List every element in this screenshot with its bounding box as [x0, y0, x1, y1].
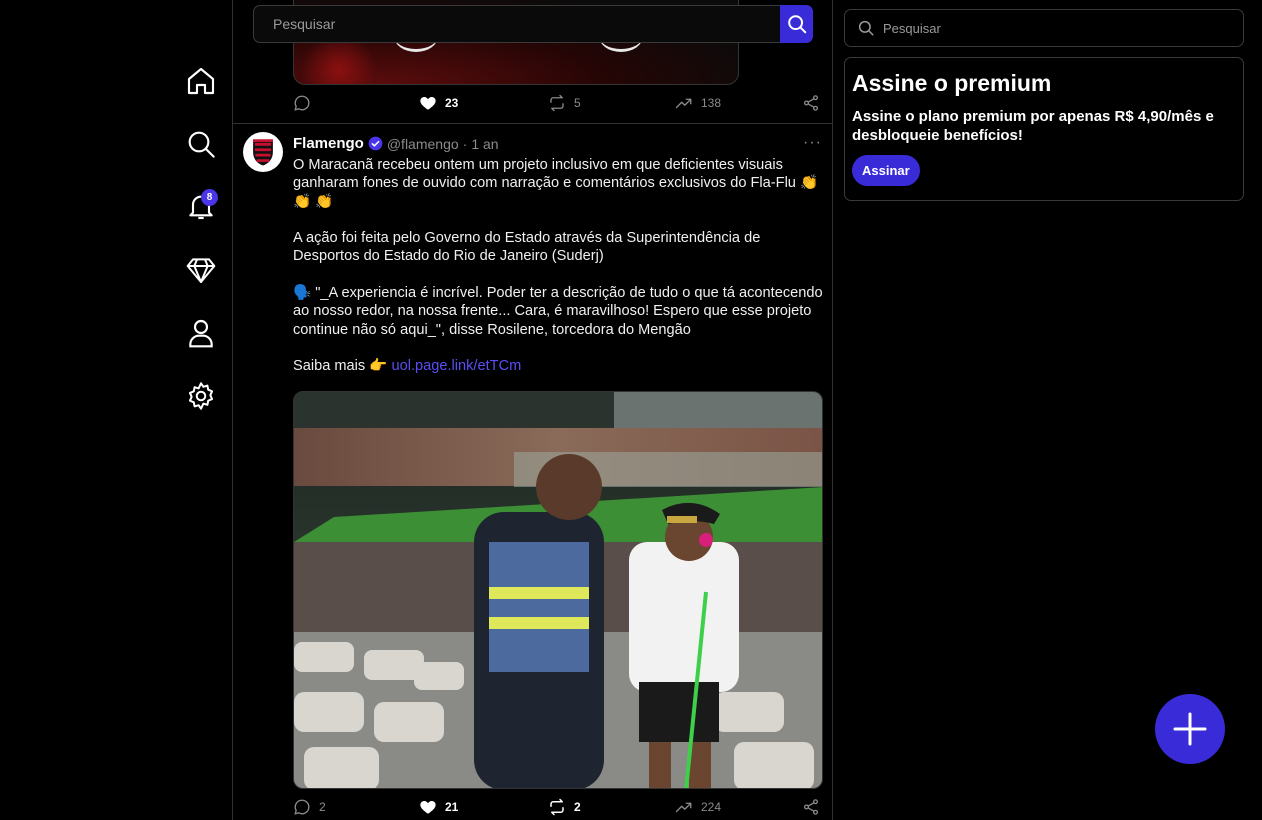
views-count: 224 — [701, 800, 722, 814]
home-icon — [187, 67, 215, 95]
post-paragraph: A ação foi feita pelo Governo do Estado … — [293, 230, 761, 265]
search-icon — [858, 20, 874, 36]
feed-search-bar — [253, 5, 813, 43]
post-time[interactable]: 1 an — [471, 136, 498, 152]
trending-icon — [675, 802, 692, 813]
repost-count: 5 — [574, 96, 581, 110]
new-post-button[interactable] — [1155, 694, 1225, 764]
post-text: O Maracanã recebeu ontem um projeto incl… — [293, 156, 823, 394]
like-count: 21 — [445, 800, 459, 814]
share-icon — [803, 799, 819, 815]
views-button[interactable]: 224 — [675, 798, 721, 816]
premium-description: Assine o plano premium por apenas R$ 4,9… — [852, 108, 1214, 144]
post-divider — [233, 123, 832, 124]
share-icon — [803, 95, 819, 111]
feed-search-input[interactable] — [254, 6, 780, 42]
saiba-mais-text: Saiba mais 👉 — [293, 358, 388, 375]
post-image[interactable] — [293, 391, 823, 789]
stadium-photo — [294, 392, 822, 788]
views-button[interactable]: 138 — [675, 94, 721, 112]
heart-icon — [420, 97, 436, 110]
user-icon — [189, 319, 213, 348]
trending-icon — [675, 98, 692, 109]
share-button[interactable] — [802, 94, 820, 112]
gear-icon — [188, 382, 214, 410]
reply-button[interactable] — [293, 94, 319, 112]
search-icon — [787, 15, 806, 34]
separator-dot: · — [462, 135, 468, 152]
comment-icon — [294, 799, 310, 815]
diamond-icon — [186, 258, 216, 283]
comment-icon — [294, 95, 310, 111]
sidebar-search-input[interactable] — [875, 10, 1243, 46]
nav-search[interactable] — [184, 127, 218, 161]
feed-column: 23 5 138 Flamengo @flamengo · 1 an ··· O… — [232, 0, 833, 820]
share-button[interactable] — [802, 798, 820, 816]
nav-settings[interactable] — [184, 379, 218, 413]
reply-count: 2 — [319, 800, 326, 814]
premium-card: Assine o premium Assine o plano premium … — [844, 57, 1244, 201]
plus-icon — [1173, 712, 1207, 746]
nav-premium[interactable] — [184, 253, 218, 287]
post-link[interactable]: uol.page.link/etTCm — [391, 358, 521, 374]
repost-button[interactable]: 2 — [548, 798, 581, 816]
nav-profile[interactable] — [184, 316, 218, 350]
like-count: 23 — [445, 96, 459, 110]
post-actions: 2 21 2 224 — [233, 798, 832, 820]
like-button[interactable]: 21 — [419, 798, 458, 816]
previous-post-actions: 23 5 138 — [233, 94, 832, 116]
sidebar-search-bar — [844, 9, 1244, 47]
nav-home[interactable] — [184, 64, 218, 98]
post-paragraph: O Maracanã recebeu ontem um projeto incl… — [293, 157, 819, 210]
heart-icon — [420, 801, 436, 814]
post-paragraph: 🗣️ "_A experiencia é incrível. Poder ter… — [293, 285, 823, 338]
search-button[interactable] — [780, 5, 813, 43]
post-header: Flamengo @flamengo · 1 an — [293, 135, 499, 152]
views-count: 138 — [701, 96, 722, 110]
premium-title: Assine o premium — [852, 70, 1052, 96]
post-paragraph: Saiba mais 👉 uol.page.link/etTCm — [293, 357, 823, 375]
subscribe-button[interactable]: Assinar — [852, 155, 920, 186]
repost-count: 2 — [574, 800, 581, 814]
avatar[interactable] — [243, 132, 283, 172]
repost-button[interactable]: 5 — [548, 94, 581, 112]
repost-icon — [550, 94, 564, 112]
like-button[interactable]: 23 — [419, 94, 458, 112]
search-icon — [188, 131, 215, 158]
author-handle[interactable]: @flamengo — [387, 136, 459, 152]
verified-icon — [368, 136, 383, 151]
sidebar-nav: 8 — [0, 0, 232, 820]
reply-button[interactable]: 2 — [293, 798, 326, 816]
notification-badge: 8 — [201, 189, 218, 206]
nav-notifications[interactable]: 8 — [184, 189, 218, 223]
flamengo-crest-icon — [253, 139, 273, 166]
repost-icon — [550, 798, 564, 816]
author-name[interactable]: Flamengo — [293, 135, 364, 152]
more-options-button[interactable]: ··· — [803, 134, 822, 152]
